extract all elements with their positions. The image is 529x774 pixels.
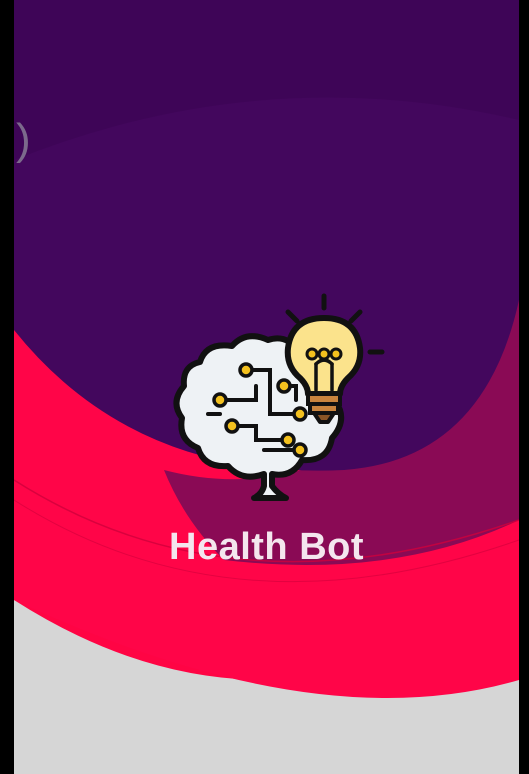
brain-lightbulb-icon bbox=[173, 293, 385, 501]
phone-screen: ) Health Bot bbox=[0, 0, 529, 774]
splash-screen: ) Health Bot bbox=[14, 0, 519, 774]
edge-partial-glyph: ) bbox=[16, 115, 31, 164]
app-title: Health Bot bbox=[169, 526, 364, 568]
